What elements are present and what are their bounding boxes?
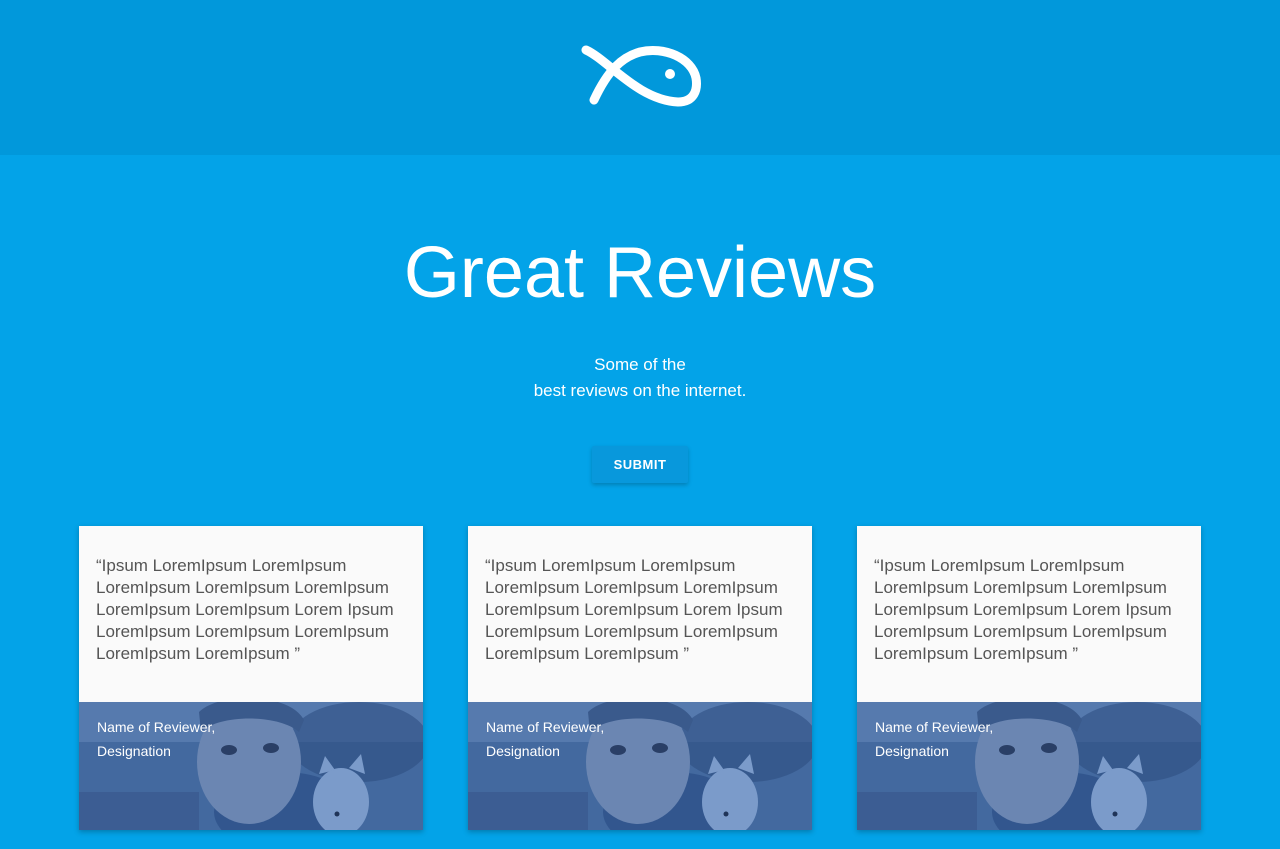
- reviewer-designation: Designation: [486, 743, 560, 759]
- page-subtitle: Some of the best reviews on the internet…: [0, 352, 1280, 404]
- reviewer-designation: Designation: [97, 743, 171, 759]
- submit-button[interactable]: SUBMIT: [592, 446, 688, 483]
- reviewer-photo: Name of Reviewer, Designation: [468, 702, 812, 830]
- review-quote: “Ipsum LoremIpsum LoremIpsum LoremIpsum …: [485, 556, 783, 663]
- fish-logo-icon[interactable]: [578, 40, 702, 114]
- reviewer-name: Name of Reviewer,: [486, 719, 605, 735]
- reviewer-info: Name of Reviewer, Designation: [486, 715, 604, 763]
- reviewer-name: Name of Reviewer,: [97, 719, 216, 735]
- review-card: “Ipsum LoremIpsum LoremIpsum LoremIpsum …: [468, 526, 812, 830]
- page-title: Great Reviews: [403, 233, 877, 313]
- review-card: “Ipsum LoremIpsum LoremIpsum LoremIpsum …: [79, 526, 423, 830]
- review-card: “Ipsum LoremIpsum LoremIpsum LoremIpsum …: [857, 526, 1201, 830]
- header-bar: [0, 0, 1280, 155]
- subtitle-line-1: Some of the: [594, 355, 686, 374]
- review-quote: “Ipsum LoremIpsum LoremIpsum LoremIpsum …: [874, 556, 1172, 663]
- subtitle-line-2: best reviews on the internet.: [533, 381, 747, 400]
- reviewer-photo: Name of Reviewer, Designation: [79, 702, 423, 830]
- review-quote: “Ipsum LoremIpsum LoremIpsum LoremIpsum …: [96, 556, 394, 663]
- reviewer-info: Name of Reviewer, Designation: [97, 715, 215, 763]
- reviewer-photo: Name of Reviewer, Designation: [857, 702, 1201, 830]
- reviewer-designation: Designation: [875, 743, 949, 759]
- reviewer-name: Name of Reviewer,: [875, 719, 994, 735]
- reviewer-info: Name of Reviewer, Designation: [875, 715, 993, 763]
